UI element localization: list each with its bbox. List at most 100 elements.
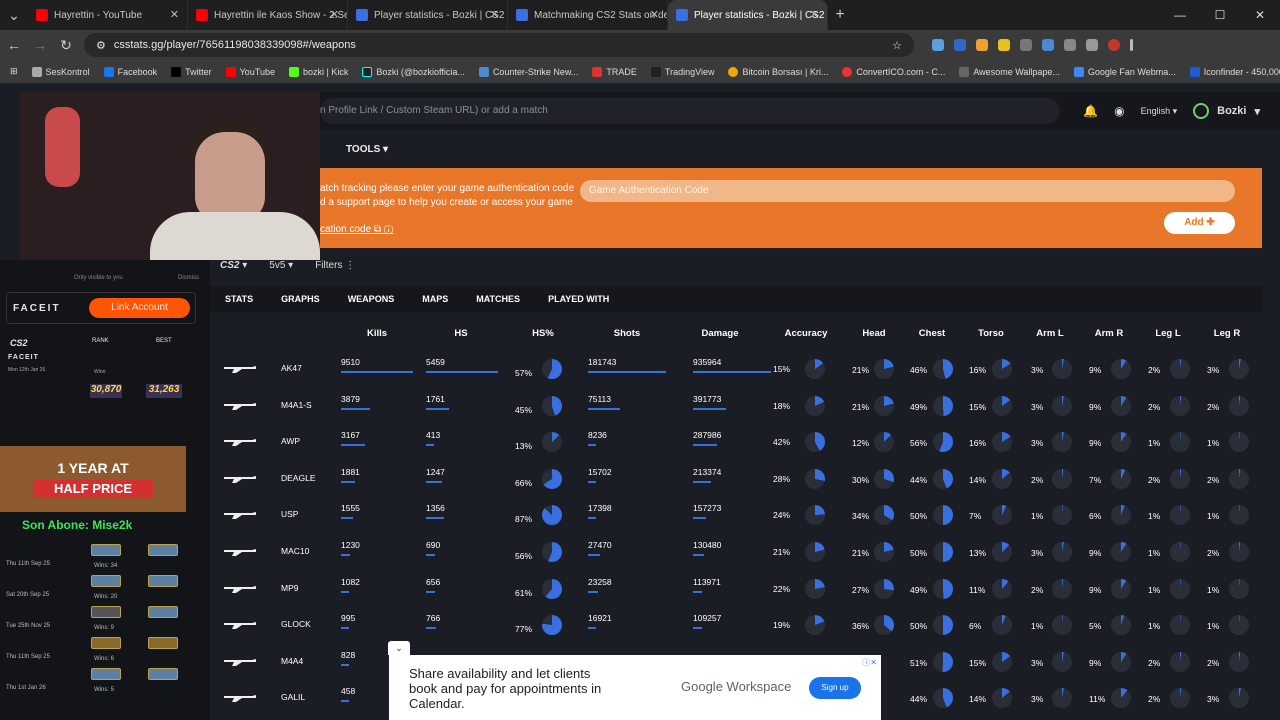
user-menu[interactable]: Bozki ▾ xyxy=(1193,103,1260,119)
bookmark-item[interactable]: TradingView xyxy=(650,66,714,77)
banner-link[interactable]: cation code ⧉ ⓘ xyxy=(320,224,393,235)
mode-filter[interactable]: 5v5 ▾ xyxy=(269,260,293,271)
close-icon[interactable]: ✕ xyxy=(490,8,499,21)
browser-tab-active[interactable]: Player statistics - Bozki | CS2 St ✕ xyxy=(668,0,828,30)
table-row[interactable]: MP9 1082 656 61% 23258 113971 22% 27% 49% 11% 2% 9%… xyxy=(210,574,1262,608)
weapon-name: GLOCK xyxy=(281,619,311,630)
column-header[interactable]: Leg R xyxy=(1197,328,1257,339)
tab-played-with[interactable]: PLAYED WITH xyxy=(548,294,609,304)
tab-weapons[interactable]: WEAPONS xyxy=(348,294,395,304)
maximize-icon[interactable]: ☐ xyxy=(1200,0,1240,30)
tab-stats[interactable]: STATS xyxy=(225,294,253,304)
bookmark-item[interactable]: Facebook xyxy=(103,66,157,77)
browser-tab[interactable]: Hayrettin ile Kaos Show - 2.Se ✕ xyxy=(188,0,348,30)
close-icon[interactable]: ✕ xyxy=(170,8,179,21)
extension-icon[interactable] xyxy=(954,39,966,51)
percent-pie xyxy=(1170,395,1190,416)
bell-icon[interactable]: 🔔 xyxy=(1083,104,1098,118)
cell-hs_pct: 87% xyxy=(515,514,533,525)
cell-chest: 44% xyxy=(910,474,928,485)
ad-collapse-icon[interactable]: ⌄ xyxy=(388,641,410,655)
column-header[interactable]: Accuracy xyxy=(776,328,836,339)
filters-button[interactable]: Filters ⋮ xyxy=(315,260,355,271)
extension-icon[interactable] xyxy=(932,39,944,51)
table-row[interactable]: AWP 3167 413 13% 8236 287986 42% 12% 56% 16% 3% 9% 1… xyxy=(210,427,1262,461)
bookmark-item[interactable]: ConvertICO.com - C... xyxy=(842,66,945,77)
extension-icon[interactable] xyxy=(1020,39,1032,51)
bookmark-item[interactable]: YouTube xyxy=(225,66,275,77)
bookmark-item[interactable]: bozki | Kick xyxy=(289,66,348,77)
bookmark-item[interactable]: SesKontrol xyxy=(31,66,90,77)
bookmark-item[interactable]: Bozki (@bozkiofficia... xyxy=(362,66,465,77)
language-select[interactable]: English ▾ xyxy=(1141,106,1178,117)
bookmark-item[interactable]: Twitter xyxy=(171,66,212,77)
extension-icon[interactable] xyxy=(976,39,988,51)
search-input[interactable]: n Profile Link / Custom Steam URL) or ad… xyxy=(320,98,1060,124)
discord-icon[interactable]: ◉ xyxy=(1114,104,1124,118)
column-header[interactable]: Chest xyxy=(902,328,962,339)
column-header[interactable]: Arm R xyxy=(1079,328,1139,339)
bookmark-item[interactable]: Google Fan Webma... xyxy=(1073,66,1176,77)
column-header[interactable]: Damage xyxy=(690,328,750,339)
profile-icon[interactable] xyxy=(1108,39,1120,51)
bookmark-star-icon[interactable]: ☆ xyxy=(892,39,902,52)
table-row[interactable]: GLOCK 995 766 77% 16921 109257 19% 36% 50% 6% 1% 5%… xyxy=(210,610,1262,644)
game-filter[interactable]: CS2 ▾ xyxy=(220,260,247,271)
column-header[interactable]: Leg L xyxy=(1138,328,1198,339)
browser-tab[interactable]: Hayrettin - YouTube ✕ xyxy=(28,0,188,30)
bookmark-item[interactable]: TRADE xyxy=(592,66,637,77)
promo-banner[interactable]: 1 YEAR AT HALF PRICE xyxy=(0,446,186,512)
table-row[interactable]: DEAGLE 1881 1247 66% 15702 213374 28% 30% 44% 14%… xyxy=(210,464,1262,498)
value-bar xyxy=(693,371,771,373)
column-header[interactable]: Head xyxy=(844,328,904,339)
puzzle-icon[interactable] xyxy=(1086,39,1098,51)
browser-tab[interactable]: Player statistics - Bozki | CS2 St ✕ xyxy=(348,0,508,30)
column-header[interactable]: Kills xyxy=(347,328,407,339)
menu-icon[interactable] xyxy=(1130,39,1133,51)
link-account-button[interactable]: Link Account xyxy=(89,298,190,318)
tab-graphs[interactable]: GRAPHS xyxy=(281,294,320,304)
close-icon[interactable]: ✕ xyxy=(650,8,659,21)
column-header[interactable]: HS xyxy=(431,328,491,339)
table-row[interactable]: AK47 9510 5459 57% 181743 935964 15% 21% 46% 16% 3… xyxy=(210,354,1262,388)
cell-torso: 7% xyxy=(969,511,982,522)
value-bar xyxy=(693,444,717,447)
ad-banner[interactable]: Share availability and let clients book … xyxy=(389,655,881,720)
bookmark-item[interactable]: Counter-Strike New... xyxy=(478,66,578,77)
bookmark-item[interactable]: Bitcoin Borsası | Kri... xyxy=(728,66,828,77)
dismiss-link[interactable]: Dismiss xyxy=(178,275,199,281)
back-icon[interactable]: ← xyxy=(6,37,22,53)
auth-code-input[interactable]: Game Authentication Code xyxy=(580,180,1235,202)
ad-signup-button[interactable]: Sign up xyxy=(809,677,861,699)
bookmark-item[interactable]: Awesome Wallpape... xyxy=(959,66,1060,77)
column-header[interactable]: Torso xyxy=(961,328,1021,339)
browser-tab[interactable]: Matchmaking CS2 Stats on de_ ✕ xyxy=(508,0,668,30)
extension-icon[interactable] xyxy=(1064,39,1076,51)
url-field[interactable]: ⚙ csstats.gg/player/76561198038339098#/w… xyxy=(84,33,914,57)
tab-maps[interactable]: MAPS xyxy=(422,294,448,304)
site-info-icon[interactable]: ⚙ xyxy=(96,39,106,52)
extension-icon[interactable] xyxy=(1042,39,1054,51)
reload-icon[interactable]: ↻ xyxy=(58,37,74,54)
percent-pie xyxy=(933,395,953,416)
tab-matches[interactable]: MATCHES xyxy=(476,294,520,304)
close-window-icon[interactable]: ✕ xyxy=(1240,0,1280,30)
table-row[interactable]: USP 1555 1356 87% 17398 157273 24% 34% 50% 7% 1% 6%… xyxy=(210,500,1262,534)
close-icon[interactable]: ✕ xyxy=(810,8,819,21)
table-row[interactable]: M4A1-S 3879 1761 45% 75113 391773 18% 21% 49% 15%… xyxy=(210,391,1262,425)
table-row[interactable]: MAC10 1230 690 56% 27470 130480 21% 21% 50% 13% 3%… xyxy=(210,537,1262,571)
apps-icon[interactable]: ⊞ xyxy=(10,66,18,77)
bookmark-item[interactable]: Iconfinder - 450,000... xyxy=(1189,66,1280,77)
minimize-icon[interactable]: — xyxy=(1160,0,1200,30)
column-header[interactable]: Shots xyxy=(597,328,657,339)
tab-search-icon[interactable]: ⌄ xyxy=(6,7,22,24)
ad-close-icon[interactable]: ⓘ✕ xyxy=(862,657,877,668)
tools-menu[interactable]: TOOLS ▾ xyxy=(320,140,1280,162)
forward-icon[interactable]: → xyxy=(32,37,48,53)
close-icon[interactable]: ✕ xyxy=(330,8,339,21)
new-tab-icon[interactable]: + xyxy=(828,6,852,24)
add-button[interactable]: Add ✚ xyxy=(1164,212,1235,234)
column-header[interactable]: HS% xyxy=(513,328,573,339)
extension-icon[interactable] xyxy=(998,39,1010,51)
column-header[interactable]: Arm L xyxy=(1020,328,1080,339)
